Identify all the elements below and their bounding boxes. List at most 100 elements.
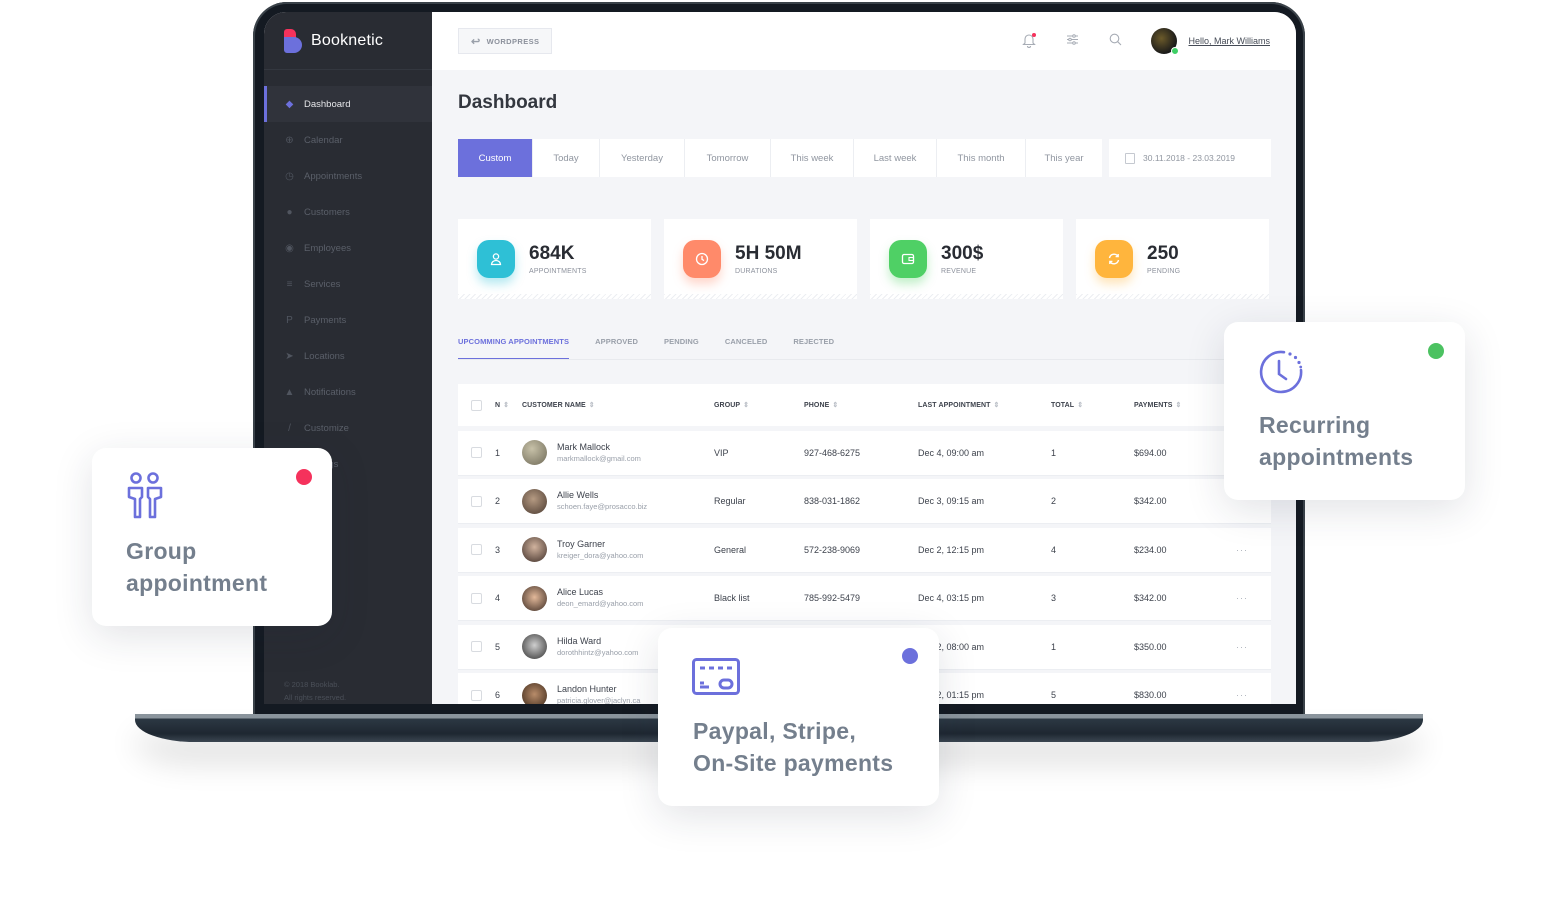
tab-rejected[interactable]: REJECTED xyxy=(793,337,834,360)
sort-icon: ⇕ xyxy=(1077,402,1084,409)
row-checkbox[interactable] xyxy=(471,641,482,652)
stat-label: PENDING xyxy=(1147,268,1181,275)
list-icon: ≡ xyxy=(286,278,293,290)
user-avatar[interactable] xyxy=(1151,28,1180,55)
table-row[interactable]: 3 Troy Garner kreiger_dora@yahoo.com Gene… xyxy=(458,527,1271,572)
tab-canceled[interactable]: CANCELED xyxy=(725,337,767,360)
col-total[interactable]: TOTAL ⇕ xyxy=(1051,401,1134,409)
customer-name: Mark Mallock xyxy=(557,441,611,452)
row-checkbox[interactable] xyxy=(471,447,482,458)
wand-icon: / xyxy=(288,422,291,434)
row-checkbox[interactable] xyxy=(471,495,482,507)
total-appointments: 1 xyxy=(1051,447,1057,458)
sidebar-item-services[interactable]: ≡ Services xyxy=(264,266,432,302)
col-last-appointment[interactable]: LAST APPOINTMENT ⇕ xyxy=(918,401,1051,409)
sidebar-item-locations[interactable]: ➤ Locations xyxy=(264,338,432,374)
feature-title: Paypal, Stripe, On-Site payments xyxy=(693,718,894,776)
col-payments[interactable]: PAYMENTS ⇕ xyxy=(1134,401,1236,409)
tab-upcoming-appointments[interactable]: UPCOMMING APPOINTMENTS xyxy=(458,337,570,360)
stats-row: 684K APPOINTMENTS 5H 50M DURATIONS 300$ REV… xyxy=(458,219,1269,299)
more-options-icon[interactable]: ··· xyxy=(1236,690,1266,700)
paypal-icon: P xyxy=(286,314,293,326)
sidebar-item-customers[interactable]: ● Customers xyxy=(264,194,432,230)
sort-icon: ⇕ xyxy=(832,402,839,409)
row-number: 6 xyxy=(495,690,501,700)
date-filter-tabs: Custom Today Yesterday Tomorrow This wee… xyxy=(458,139,1102,177)
sidebar-item-calendar[interactable]: ⊕ Calendar xyxy=(264,122,432,158)
table-row[interactable]: 2 Allie Wells schoen.faye@prosacco.biz Re… xyxy=(458,479,1271,523)
date-range-picker[interactable]: 30.11.2018 - 23.03.2019 xyxy=(1109,139,1271,177)
more-options-icon[interactable]: ··· xyxy=(1236,642,1266,652)
filter-yesterday[interactable]: Yesterday xyxy=(600,139,685,177)
table-row[interactable]: 4 Alice Lucas deon_emard@yahoo.com Black … xyxy=(458,576,1271,620)
status-dot xyxy=(902,648,918,664)
sidebar-item-appointments[interactable]: ◷ Appointments xyxy=(264,158,432,194)
wordpress-label: WORDPRESS xyxy=(486,36,540,46)
customer-group: Regular xyxy=(714,496,746,506)
total-appointments: 2 xyxy=(1051,496,1057,506)
table-header: N ⇕ CUSTOMER NAME ⇕ GROUP ⇕ PHONE ⇕ LAST APP… xyxy=(458,384,1271,426)
row-number: 2 xyxy=(495,496,501,506)
col-phone[interactable]: PHONE ⇕ xyxy=(804,401,918,409)
app-screen: Booknetic ◆ Dashboard ⊕ Calendar ◷ Appointm… xyxy=(264,12,1296,704)
filter-tomorrow[interactable]: Tomorrow xyxy=(685,139,771,177)
table-row[interactable]: 1 Mark Mallock markmallock@gmail.com VIP … xyxy=(458,430,1271,475)
filter-sliders-icon[interactable] xyxy=(1064,33,1080,49)
wordpress-back-button[interactable]: ↩ WORDPRESS xyxy=(458,28,553,54)
col-group[interactable]: GROUP ⇕ xyxy=(714,401,804,409)
total-appointments: 1 xyxy=(1051,641,1057,652)
col-n[interactable]: N ⇕ xyxy=(495,401,522,409)
stat-label: DURATIONS xyxy=(735,268,778,275)
customer-name: Allie Wells xyxy=(557,490,599,500)
booknetic-logo-icon xyxy=(284,28,302,53)
filter-custom[interactable]: Custom xyxy=(458,139,533,177)
sort-icon: ⇕ xyxy=(1175,402,1182,409)
page-title: Dashboard xyxy=(458,92,558,113)
credit-card-icon xyxy=(692,658,740,695)
sidebar-item-dashboard[interactable]: ◆ Dashboard xyxy=(264,86,432,122)
customer-name: Troy Garner xyxy=(557,538,606,549)
sidebar-footer: © 2018 Booklab. All rights reserved. xyxy=(284,678,346,704)
row-checkbox[interactable] xyxy=(471,592,482,604)
sort-icon: ⇕ xyxy=(743,402,750,409)
promo-stage: Booknetic ◆ Dashboard ⊕ Calendar ◷ Appointm… xyxy=(0,0,1556,904)
stat-label: APPOINTMENTS xyxy=(529,268,587,275)
row-checkbox[interactable] xyxy=(471,544,482,555)
calendar-icon xyxy=(1125,152,1135,164)
clock-icon xyxy=(683,240,721,278)
tab-pending[interactable]: PENDING xyxy=(664,337,699,360)
sidebar-item-employees[interactable]: ◉ Employees xyxy=(264,230,432,266)
sidebar-item-notifications[interactable]: ▲ Notifications xyxy=(264,374,432,410)
customer-cell: Allie Wells schoen.faye@prosacco.biz xyxy=(522,488,714,514)
sidebar-item-customize[interactable]: / Customize xyxy=(264,410,432,446)
filter-last-week[interactable]: Last week xyxy=(854,139,937,177)
payment-amount: $350.00 xyxy=(1134,641,1167,652)
more-options-icon[interactable]: ··· xyxy=(1236,545,1266,555)
sidebar-item-label: Customize xyxy=(304,422,349,434)
sidebar-item-label: Services xyxy=(304,278,341,290)
filter-today[interactable]: Today xyxy=(533,139,600,177)
customer-phone: 785-992-5479 xyxy=(804,593,861,603)
stat-value: 684K xyxy=(529,243,575,264)
last-appointment: Dec 4, 03:15 pm xyxy=(918,593,985,603)
filter-this-week[interactable]: This week xyxy=(771,139,854,177)
row-checkbox[interactable] xyxy=(471,689,482,701)
tab-approved[interactable]: APPROVED xyxy=(595,337,638,360)
more-options-icon[interactable]: ··· xyxy=(1236,593,1266,603)
sidebar-item-label: Notifications xyxy=(304,386,356,398)
notifications-bell-icon[interactable] xyxy=(1021,33,1037,49)
col-customer-name[interactable]: CUSTOMER NAME ⇕ xyxy=(522,401,714,409)
select-all-checkbox[interactable] xyxy=(471,399,482,411)
bell-icon: ▲ xyxy=(284,386,295,398)
sidebar-item-label: Appointments xyxy=(304,170,363,182)
filter-this-month[interactable]: This month xyxy=(937,139,1026,177)
filter-this-year[interactable]: This year xyxy=(1026,139,1102,177)
user-greeting-link[interactable]: Hello, Mark Williams xyxy=(1188,36,1270,46)
search-icon[interactable] xyxy=(1107,33,1123,49)
topbar: ↩ WORDPRESS Hello, Mark Williams xyxy=(432,12,1296,70)
sidebar-item-payments[interactable]: P Payments xyxy=(264,302,432,338)
brand[interactable]: Booknetic xyxy=(264,12,432,70)
online-status-dot xyxy=(1171,47,1180,55)
feature-card-payments: Paypal, Stripe, On-Site payments xyxy=(658,628,939,806)
clock-icon: ◷ xyxy=(285,170,294,182)
